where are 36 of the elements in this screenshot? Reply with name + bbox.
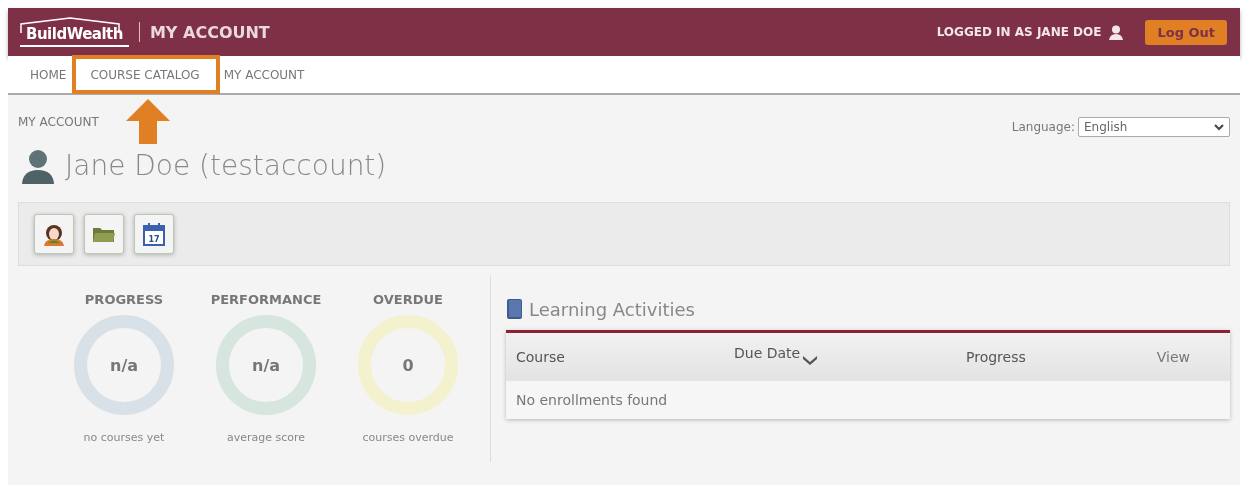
stat-title: PERFORMANCE: [210, 292, 322, 307]
column-header[interactable]: Course: [516, 349, 565, 365]
user-name: Jane Doe (testaccount): [65, 149, 387, 182]
nav-link[interactable]: MY ACCOUNT: [223, 67, 305, 82]
column-header[interactable]: Due Date: [734, 345, 801, 361]
breadcrumb: MY ACCOUNT: [18, 115, 99, 129]
sort-icon[interactable]: [802, 354, 819, 366]
stat-caption: courses overdue: [362, 431, 454, 444]
empty-message: No enrollments found: [515, 391, 669, 410]
toolbar-button[interactable]: [84, 214, 124, 254]
page-title: MY ACCOUNT: [149, 22, 270, 42]
column-header[interactable]: View: [1156, 349, 1190, 365]
user-icon: [21, 147, 55, 184]
stat-caption: no courses yet: [83, 431, 165, 444]
stat-ring: 0: [358, 315, 458, 415]
column-header[interactable]: Progress: [966, 349, 1026, 365]
user-icon: [1109, 24, 1124, 40]
stat-title: OVERDUE: [373, 292, 443, 307]
nav-link[interactable]: HOME: [30, 67, 67, 82]
toolbar-button[interactable]: [34, 214, 74, 254]
logged-in-label: LOGGED IN AS JANE DOE: [936, 25, 1102, 39]
stat-ring: n/a: [216, 315, 316, 415]
language-dropdown[interactable]: English: [1078, 117, 1230, 137]
stat-ring: n/a: [74, 315, 174, 415]
book-icon: [506, 298, 523, 320]
chevron-down-icon: [1214, 123, 1224, 131]
arrow-icon: [126, 98, 170, 144]
stat-title: PROGRESS: [84, 292, 164, 307]
language-label: Language:: [1011, 120, 1075, 134]
brand-logo[interactable]: BuildWealth: [20, 17, 129, 47]
section-title: Learning Activities: [529, 298, 695, 320]
stat-caption: average score: [226, 431, 306, 444]
profile-icon: [42, 222, 66, 246]
calendar-icon: 17: [143, 222, 165, 246]
toolbar-button[interactable]: 17: [134, 214, 174, 254]
nav-link[interactable]: COURSE CATALOG: [90, 67, 200, 82]
